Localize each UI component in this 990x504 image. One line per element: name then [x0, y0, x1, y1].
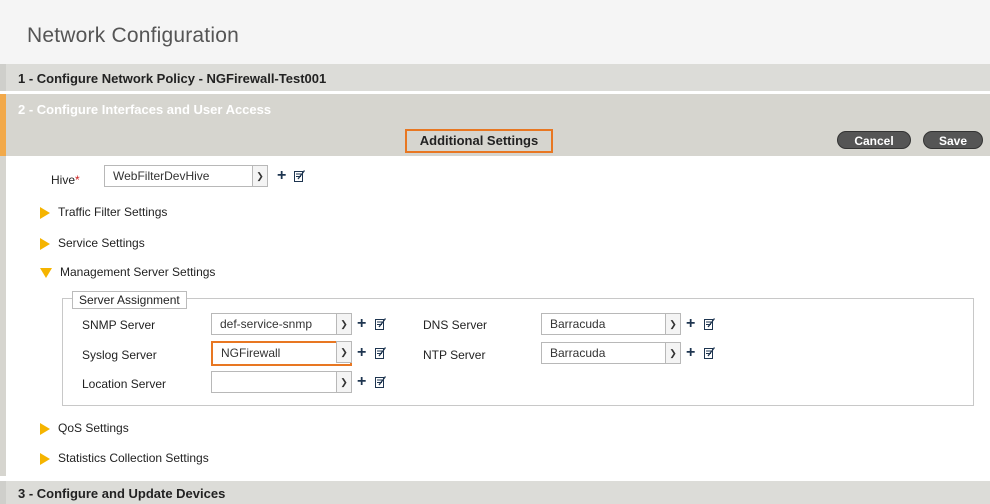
section-label: QoS Settings: [58, 421, 129, 435]
step-3-label: 3 - Configure and Update Devices: [18, 486, 226, 501]
page-title: Network Configuration: [27, 24, 239, 47]
plus-icon[interactable]: +: [357, 316, 366, 332]
hive-label: Hive*: [51, 173, 80, 187]
step-accent: [0, 64, 6, 91]
ntp-server-value: Barracuda: [550, 346, 606, 360]
step-accent: [0, 481, 6, 504]
triangle-down-icon: [40, 267, 52, 278]
location-server-label: Location Server: [82, 377, 167, 391]
section-management-server[interactable]: Management Server Settings: [40, 265, 215, 279]
syslog-server-select[interactable]: NGFirewall ❯: [211, 341, 352, 366]
dns-server-label: DNS Server: [423, 318, 488, 332]
chevron-down-icon[interactable]: ❯: [336, 313, 352, 335]
plus-icon[interactable]: +: [686, 345, 695, 361]
triangle-right-icon: [40, 237, 50, 250]
dns-server-select[interactable]: Barracuda ❯: [541, 313, 681, 335]
edit-icon[interactable]: [375, 376, 386, 388]
section-label: Management Server Settings: [60, 265, 216, 279]
snmp-server-value: def-service-snmp: [220, 317, 313, 331]
page-header: Network Configuration: [0, 0, 990, 64]
server-assignment-legend: Server Assignment: [72, 291, 187, 309]
edit-icon[interactable]: [704, 347, 715, 359]
section-label: Statistics Collection Settings: [58, 451, 209, 465]
chevron-down-icon[interactable]: ❯: [665, 342, 681, 364]
section-statistics[interactable]: Statistics Collection Settings: [40, 451, 209, 465]
chevron-down-icon[interactable]: ❯: [336, 341, 352, 363]
hive-select-value: WebFilterDevHive: [113, 169, 210, 183]
step-2-label: 2 - Configure Interfaces and User Access: [18, 102, 272, 117]
section-label: Service Settings: [58, 236, 145, 250]
hive-label-text: Hive: [51, 173, 76, 187]
section-label: Traffic Filter Settings: [58, 205, 168, 219]
required-mark: *: [75, 173, 80, 187]
section-traffic-filter[interactable]: Traffic Filter Settings: [40, 205, 167, 219]
server-assignment-group: [62, 298, 974, 406]
cancel-button[interactable]: Cancel: [837, 131, 911, 149]
plus-icon[interactable]: +: [686, 316, 695, 332]
ntp-server-select[interactable]: Barracuda ❯: [541, 342, 681, 364]
dns-server-value: Barracuda: [550, 317, 606, 331]
snmp-server-label: SNMP Server: [82, 318, 156, 332]
chevron-down-icon[interactable]: ❯: [336, 371, 352, 393]
triangle-right-icon: [40, 422, 50, 435]
syslog-server-label: Syslog Server: [82, 348, 157, 362]
additional-settings-title: Additional Settings: [405, 129, 553, 153]
syslog-server-value: NGFirewall: [221, 346, 281, 360]
plus-icon[interactable]: +: [277, 168, 286, 184]
snmp-server-select[interactable]: def-service-snmp ❯: [211, 313, 352, 335]
edit-icon[interactable]: [375, 347, 386, 359]
ntp-server-label: NTP Server: [423, 348, 486, 362]
edit-icon[interactable]: [375, 318, 386, 330]
panel-accent: [0, 156, 6, 476]
triangle-right-icon: [40, 206, 50, 219]
hive-select[interactable]: WebFilterDevHive ❯: [104, 165, 268, 187]
triangle-right-icon: [40, 452, 50, 465]
edit-icon[interactable]: [294, 170, 305, 182]
step-1-header[interactable]: 1 - Configure Network Policy - NGFirewal…: [0, 64, 990, 91]
plus-icon[interactable]: +: [357, 374, 366, 390]
step-1-label: 1 - Configure Network Policy - NGFirewal…: [18, 71, 327, 86]
section-service[interactable]: Service Settings: [40, 236, 145, 250]
step-accent-active: [0, 94, 6, 156]
plus-icon[interactable]: +: [357, 345, 366, 361]
chevron-down-icon[interactable]: ❯: [665, 313, 681, 335]
save-button[interactable]: Save: [923, 131, 983, 149]
step-3-header[interactable]: 3 - Configure and Update Devices: [0, 481, 990, 504]
location-server-select[interactable]: ❯: [211, 371, 352, 393]
chevron-down-icon[interactable]: ❯: [252, 165, 268, 187]
section-qos[interactable]: QoS Settings: [40, 421, 129, 435]
edit-icon[interactable]: [704, 318, 715, 330]
